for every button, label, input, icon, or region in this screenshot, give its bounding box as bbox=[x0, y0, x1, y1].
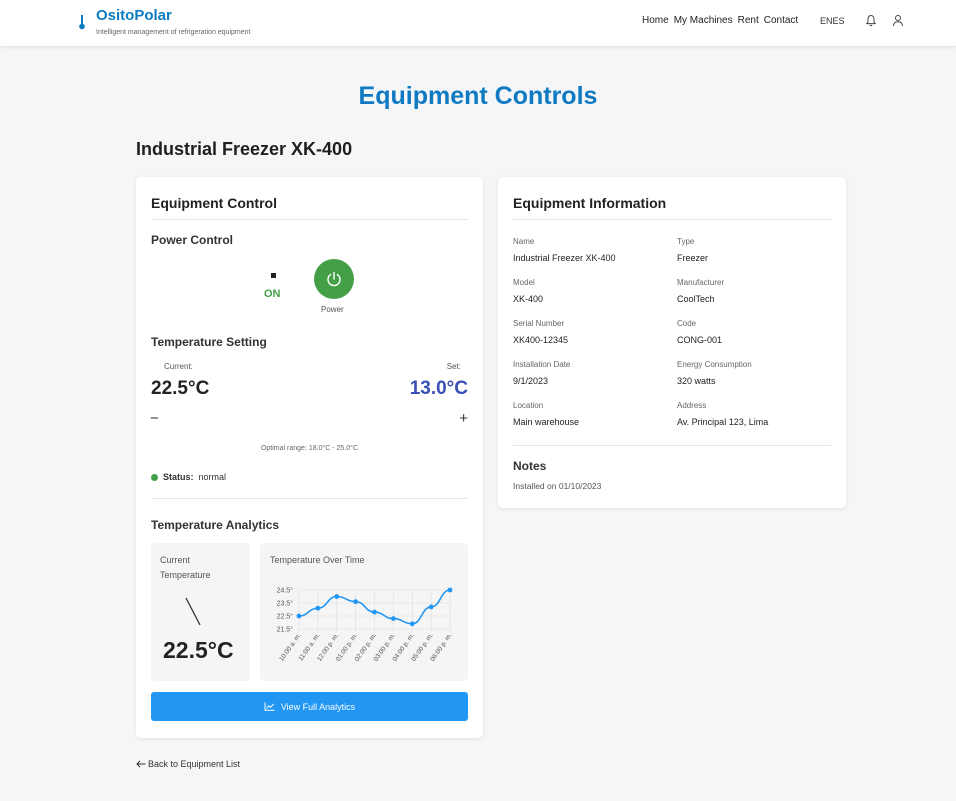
optimal-range-text: Optimal range: 18.0°C - 25.0°C bbox=[260, 445, 359, 452]
back-to-equipment-list-link[interactable]: Back to Equipment List bbox=[136, 759, 240, 769]
page-title: Equipment Controls bbox=[358, 82, 598, 110]
chart-data-point bbox=[315, 605, 321, 611]
decrease-temp-button[interactable]: − bbox=[150, 410, 159, 427]
nav-contact[interactable]: Contact bbox=[764, 15, 798, 26]
temperature-setting-heading: Temperature Setting bbox=[151, 335, 267, 349]
power-button[interactable] bbox=[314, 259, 354, 299]
equipment-information-card: Equipment Information Name Industrial Fr… bbox=[498, 177, 846, 508]
current-temp-value: 22.5°C bbox=[151, 378, 210, 399]
chart-y-tick-label: 22.5° bbox=[277, 613, 294, 621]
arrow-left-icon bbox=[136, 760, 146, 768]
status-label: Status: bbox=[163, 472, 194, 482]
temperature-chart-panel: Temperature Over Time 24.5° 23.5° 22.5° 21.… bbox=[260, 543, 468, 681]
info-label-name: Name bbox=[513, 237, 535, 246]
info-label-code: Code bbox=[677, 319, 697, 328]
power-control-heading: Power Control bbox=[151, 233, 234, 247]
nav-home[interactable]: Home bbox=[642, 15, 669, 26]
top-navbar: OsitoPolar Intelligent management of ref… bbox=[0, 0, 956, 47]
info-value-manufacturer: CoolTech bbox=[677, 294, 715, 304]
equipment-information-heading: Equipment Information bbox=[513, 195, 667, 211]
thermometer-icon bbox=[79, 15, 85, 30]
nav-my-machines[interactable]: My Machines bbox=[674, 15, 733, 26]
divider bbox=[151, 219, 468, 220]
info-label-location: Location bbox=[513, 401, 544, 410]
chart-data-point bbox=[409, 621, 415, 627]
temperature-line-chart: 24.5°23.5°22.5°21.5°10:00 a. m.11:00 a. … bbox=[277, 587, 454, 663]
power-button-label: Power bbox=[321, 305, 344, 314]
current-temperature-label: Current Temperature bbox=[160, 555, 211, 580]
view-full-analytics-label: View Full Analytics bbox=[280, 701, 356, 712]
language-switcher: EN ES bbox=[820, 16, 845, 26]
chart-data-point bbox=[428, 604, 434, 610]
info-label-serial: Serial Number bbox=[513, 319, 565, 328]
equipment-title: Industrial Freezer XK-400 bbox=[136, 139, 353, 159]
gauge-needle-icon bbox=[185, 597, 201, 626]
power-state-label: ON bbox=[264, 288, 281, 300]
back-link-label: Back to Equipment List bbox=[148, 759, 241, 769]
chart-y-tick-label: 23.5° bbox=[277, 600, 294, 608]
lang-en-button[interactable]: EN bbox=[820, 16, 833, 26]
info-label-manufacturer: Manufacturer bbox=[677, 278, 725, 287]
chart-data-point bbox=[390, 616, 396, 621]
info-label-installation-date: Installation Date bbox=[513, 360, 571, 369]
info-value-location: Main warehouse bbox=[513, 417, 580, 427]
info-label-address: Address bbox=[677, 401, 707, 410]
current-temperature-panel: Current Temperature 22.5°C bbox=[151, 543, 250, 681]
info-value-type: Freezer bbox=[677, 253, 709, 263]
chart-data-point bbox=[353, 599, 359, 605]
view-full-analytics-button[interactable]: View Full Analytics bbox=[151, 692, 468, 721]
power-icon bbox=[327, 271, 341, 287]
notes-text: Installed on 01/10/2023 bbox=[513, 481, 602, 491]
info-value-installation-date: 9/1/2023 bbox=[513, 376, 549, 386]
current-temperature-value: 22.5°C bbox=[163, 637, 234, 663]
info-label-energy: Energy Consumption bbox=[677, 360, 752, 369]
main-nav: Home My Machines Rent Contact bbox=[642, 15, 798, 26]
notes-heading: Notes bbox=[513, 459, 547, 473]
chart-y-tick-label: 21.5° bbox=[277, 626, 294, 634]
info-value-address: Av. Principal 123, Lima bbox=[677, 417, 769, 427]
info-value-serial: XK400-12345 bbox=[513, 335, 569, 345]
info-label-type: Type bbox=[677, 237, 695, 246]
chart-line-icon bbox=[264, 702, 275, 711]
chart-y-tick-label: 24.5° bbox=[277, 587, 294, 595]
power-indicator bbox=[271, 273, 276, 278]
bell-icon[interactable] bbox=[865, 14, 877, 27]
set-temp-label: Set: bbox=[446, 362, 461, 371]
chart-data-point bbox=[334, 594, 340, 599]
equipment-control-heading: Equipment Control bbox=[151, 195, 277, 211]
status-dot bbox=[151, 473, 158, 481]
info-value-code: CONG-001 bbox=[677, 335, 723, 345]
user-icon[interactable] bbox=[892, 14, 904, 27]
divider bbox=[513, 445, 831, 446]
divider bbox=[151, 498, 468, 499]
chart-data-point bbox=[447, 587, 453, 593]
status-indicator: Status: normal bbox=[151, 472, 226, 482]
info-value-model: XK-400 bbox=[513, 294, 544, 304]
current-temp-label: Current: bbox=[164, 362, 193, 371]
divider bbox=[513, 219, 831, 220]
lang-es-button[interactable]: ES bbox=[833, 16, 845, 26]
increase-temp-button[interactable]: + bbox=[459, 410, 468, 427]
equipment-control-card: Equipment Control Power Control ON Power… bbox=[136, 177, 483, 738]
nav-rent[interactable]: Rent bbox=[738, 15, 759, 26]
brand-name[interactable]: OsitoPolar bbox=[96, 7, 172, 24]
status-value: normal bbox=[198, 472, 227, 482]
brand-tagline: Intelligent management of refrigeration … bbox=[96, 29, 251, 36]
info-value-name: Industrial Freezer XK-400 bbox=[513, 253, 616, 263]
chart-data-point bbox=[296, 613, 302, 619]
temperature-analytics-heading: Temperature Analytics bbox=[151, 518, 280, 532]
info-label-model: Model bbox=[513, 278, 535, 287]
info-value-energy: 320 watts bbox=[677, 376, 716, 386]
set-temp-value: 13.0°C bbox=[409, 378, 468, 399]
chart-data-point bbox=[372, 609, 377, 615]
